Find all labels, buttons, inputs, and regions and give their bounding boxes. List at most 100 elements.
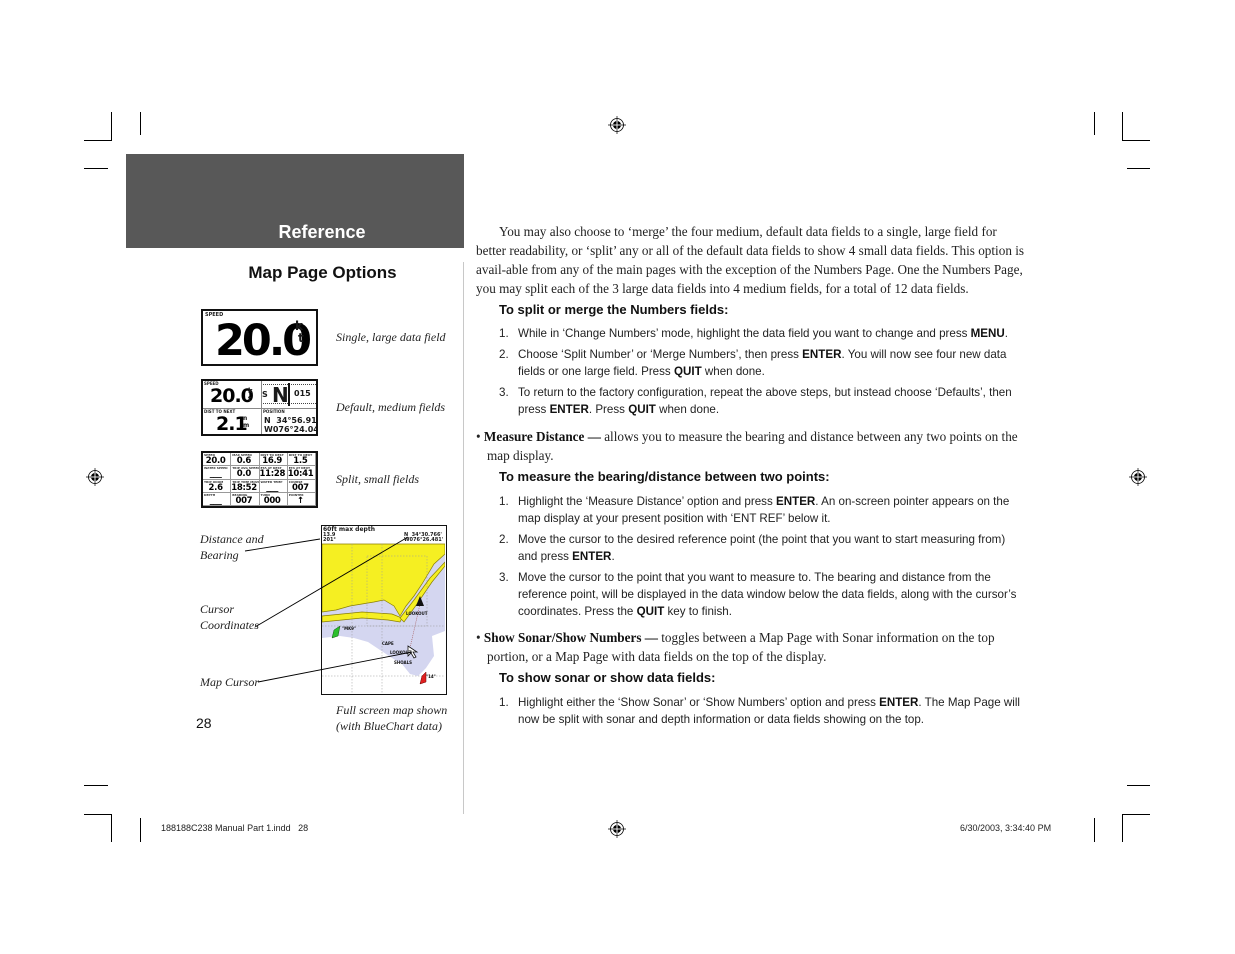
split-fields-screen: SPEED 20.0 MAX SPEED 0.6 DIST TO DEST 16.9 DIS…	[201, 451, 318, 508]
measure-distance-paragraph: • Measure Distance — allows you to measu…	[476, 429, 1018, 463]
field-value: ___	[209, 495, 222, 506]
split-field-cell: WATER TEMP ___	[259, 479, 288, 493]
column-divider	[463, 262, 464, 814]
svg-text:"MK9": "MK9"	[342, 626, 356, 631]
map-cursor-lon: W076°26.481'	[404, 537, 444, 543]
split-merge-heading: To split or merge the Numbers fields:	[499, 302, 729, 317]
crop-mark	[84, 168, 108, 169]
measure-heading: To measure the bearing/distance between …	[499, 469, 830, 484]
split-merge-steps: 1. While in ‘Change Numbers’ mode, highl…	[499, 325, 1024, 418]
callout-distance-bearing: Distance and Bearing	[200, 532, 264, 562]
field-value: 16.9	[262, 456, 283, 466]
split-field-cell: ETA AT NEXT 10:41	[287, 466, 316, 480]
figure-caption: Split, small fields	[336, 472, 420, 486]
split-field-cell: DIST TO NEXT 1.5	[287, 453, 316, 467]
unit-glyph: nm	[243, 415, 250, 429]
split-field-cell: TRIP TIME MOVING18:52	[231, 479, 260, 493]
crop-mark	[1122, 814, 1123, 842]
field-value: 007	[291, 482, 309, 493]
unit-glyph: kt	[248, 387, 253, 403]
compass-heading-letter: N	[272, 383, 289, 407]
step-item: 1. While in ‘Change Numbers’ mode, highl…	[499, 327, 1009, 340]
position-lon: W076°24.048'	[264, 425, 316, 434]
crop-mark	[1122, 814, 1150, 815]
field-value: ___	[266, 482, 279, 493]
field-label: POSITION	[263, 409, 285, 414]
split-field-cell: COURSE 007	[287, 479, 316, 493]
crop-mark	[111, 112, 112, 141]
crop-mark	[1127, 785, 1150, 786]
step-item: 2. Choose ‘Split Number’ or ‘Merge Numbe…	[499, 348, 1007, 378]
split-field-cell: BEARING 007	[231, 492, 260, 506]
field-value: 11:28	[259, 469, 286, 480]
section-title: Reference	[278, 222, 366, 242]
sonar-heading: To show sonar or show data fields:	[499, 670, 716, 685]
crop-mark	[111, 814, 112, 842]
split-fields-grid: SPEED 20.0 MAX SPEED 0.6 DIST TO DEST 16.9 DIS…	[203, 453, 316, 506]
unit-bottom: t	[298, 331, 304, 345]
intro-paragraph: You may also choose to ‘merge’ the four …	[476, 224, 1025, 296]
crop-mark	[84, 140, 112, 141]
compass-heading-value: 015	[294, 389, 311, 398]
callout-cursor-coordinates: Cursor Coordinates	[200, 602, 259, 632]
crop-mark	[1122, 112, 1123, 141]
footer-file-info: 188188C238 Manual Part 1.indd 28	[161, 823, 309, 833]
split-field-cell: MAX SPEED 0.6	[231, 453, 260, 467]
field-value: 0.0	[236, 469, 251, 480]
svg-text:"14": "14"	[426, 674, 436, 679]
figure-caption: Default, medium fields	[336, 400, 445, 414]
page-number: 28	[196, 715, 212, 731]
crop-mark	[140, 818, 141, 842]
field-value: 18:52	[231, 482, 257, 493]
crop-mark	[84, 785, 108, 786]
split-field-cell: WATER SPEED ___	[203, 466, 232, 480]
crop-mark	[1122, 140, 1150, 141]
sonar-steps: 1. Highlight either the ‘Show Sonar’ or …	[499, 694, 1024, 728]
compass-pointer-bar	[288, 383, 290, 406]
step-item: 1. Highlight the ‘Measure Distance’ opti…	[499, 495, 1010, 525]
field-value: 10:41	[287, 469, 314, 480]
crop-mark	[1127, 168, 1150, 169]
split-field-cell: TRIP ODOM 2.6	[203, 479, 232, 493]
field-value: 2.6	[208, 482, 223, 493]
svg-text:LOOKOUT: LOOKOUT	[390, 650, 412, 655]
crop-mark	[140, 112, 141, 135]
callout-map-cursor: Map Cursor	[200, 675, 260, 689]
split-field-cell: SPEED 20.0	[203, 453, 232, 467]
field-value: 20.0	[210, 385, 254, 407]
field-value: ↑	[296, 495, 304, 506]
position-lat: N 34°56.918'	[264, 416, 317, 425]
step-item: 1. Highlight either the ‘Show Sonar’ or …	[499, 696, 1021, 726]
show-sonar-paragraph: • Show Sonar/Show Numbers — toggles betw…	[476, 630, 995, 664]
svg-text:LOOKOUT: LOOKOUT	[406, 611, 428, 616]
crop-mark	[1094, 112, 1095, 135]
footer-timestamp: 6/30/2003, 3:34:40 PM	[960, 823, 1052, 833]
map-chart: LOOKOUT CAPE LOOKOUT SHOALS "MK9" "14"	[322, 543, 445, 693]
medium-fields-screen: SPEED 20.0 kt DIST TO NEXT 2.1 nm S N 01…	[201, 379, 318, 436]
field-value: 20.0	[205, 456, 226, 466]
split-field-cell: DIST TO DEST 16.9	[259, 453, 288, 467]
field-value: ___	[209, 469, 222, 480]
step-item: 3. Move the cursor to the point that you…	[499, 571, 1017, 618]
step-item: 3. To return to the factory configuratio…	[499, 386, 1012, 416]
map-caption: Full screen map shown (with BlueChart da…	[336, 703, 448, 733]
field-value: 000	[263, 495, 281, 506]
field-value: 1.5	[293, 456, 308, 466]
registration-target-icon	[86, 468, 104, 486]
map-bearing: 201°	[323, 537, 336, 543]
measure-steps: 1. Highlight the ‘Measure Distance’ opti…	[499, 493, 1024, 620]
compass-side-letter: S	[262, 390, 268, 399]
map-screen: LOOKOUT CAPE LOOKOUT SHOALS "MK9" "14" 6…	[321, 525, 447, 695]
figure-caption: Single, large data field	[336, 330, 446, 344]
split-field-cell: TRIP AVG SPEED 0.0	[231, 466, 260, 480]
svg-text:SHOALS: SHOALS	[394, 660, 412, 665]
registration-target-icon	[608, 116, 626, 134]
split-field-cell: POINTER ↑	[287, 492, 316, 506]
page-subtitle: Map Page Options	[248, 263, 397, 282]
registration-target-icon	[1129, 468, 1147, 486]
step-item: 2. Move the cursor to the desired refere…	[499, 533, 1006, 563]
single-field-screen: SPEED 20.0 k t	[201, 309, 318, 366]
split-field-cell: DEPTH ___	[203, 492, 232, 506]
registration-target-icon	[608, 820, 626, 838]
crop-mark	[1094, 818, 1095, 842]
